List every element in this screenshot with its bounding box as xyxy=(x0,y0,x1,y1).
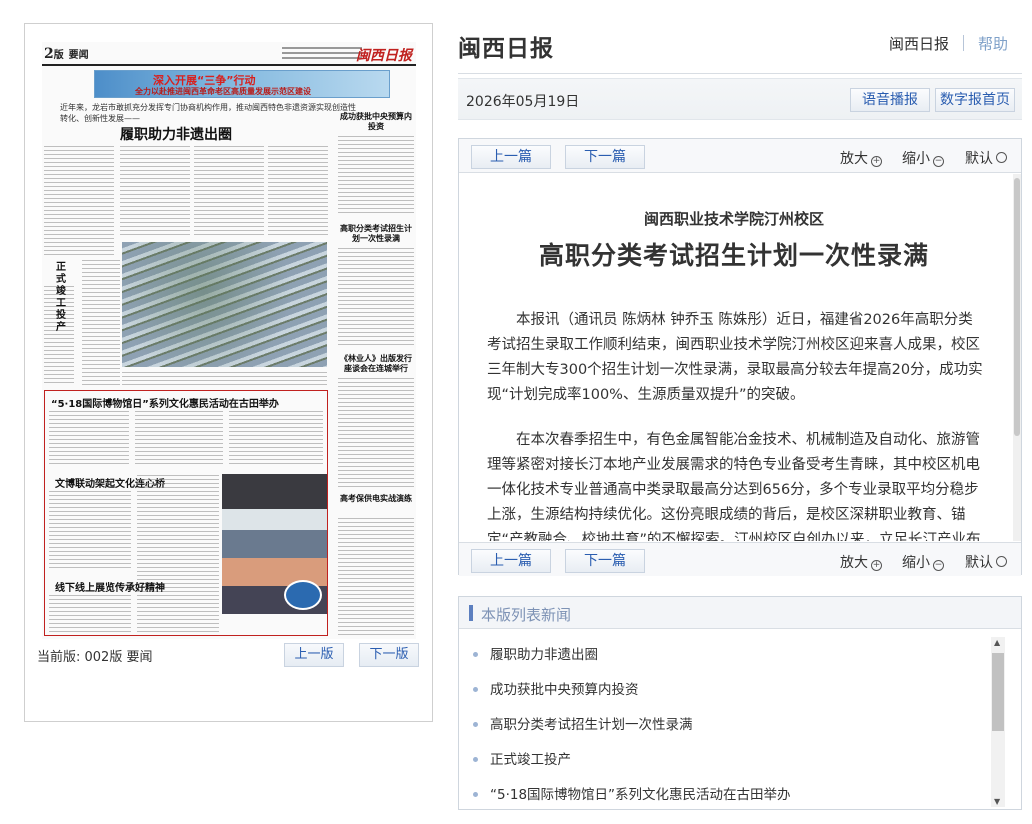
news-list-scrollbar[interactable]: ▲ ▼ xyxy=(991,637,1005,807)
zoom-out-button[interactable]: 缩小 − xyxy=(902,148,944,168)
article-paragraph: 本报讯（通讯员 陈炳林 钟乔玉 陈姝彤）近日，福建省2026年高职分类考试招生录… xyxy=(487,312,983,403)
help-link[interactable]: 帮助 xyxy=(978,35,1008,53)
circle-icon xyxy=(996,152,1007,163)
site-title: 闽西日报 xyxy=(458,36,554,62)
zoom-out-button[interactable]: 缩小 − xyxy=(902,552,944,572)
plus-icon: + xyxy=(871,560,882,571)
side-headline[interactable]: 成功获批中央预算内投资 xyxy=(338,112,414,132)
article-nav-top: 上一篇 下一篇 放大 + 缩小 − 默认 xyxy=(459,139,1021,173)
text-column xyxy=(194,146,264,238)
newspaper-page-image[interactable]: 2版 要闻 闽西日报 深入开展“三争”行动 全力以赴推进闽西革命老区高质量发展示… xyxy=(42,42,416,639)
text-column xyxy=(44,146,114,256)
photo-caption xyxy=(122,372,327,386)
divider xyxy=(458,73,1022,74)
museum-logo xyxy=(284,580,322,610)
next-article-button[interactable]: 下一篇 xyxy=(565,145,645,169)
side-headline[interactable]: 高考保供电实战演练 xyxy=(338,494,414,504)
text-column xyxy=(120,146,190,238)
text-column xyxy=(268,146,328,238)
issue-date: 2026年05月19日 xyxy=(466,94,580,110)
zoom-default-button[interactable]: 默认 xyxy=(965,552,1007,572)
circle-icon xyxy=(996,556,1007,567)
next-page-button[interactable]: 下一版 xyxy=(359,643,419,667)
plus-icon: + xyxy=(871,156,882,167)
list-item[interactable]: 成功获批中央预算内投资 xyxy=(473,678,639,702)
page-number: 2版 要闻 xyxy=(44,46,89,62)
date-bar: 2026年05月19日 语音播报 数字报首页 xyxy=(458,78,1022,120)
article-content[interactable]: 闽西职业技术学院汀州校区 高职分类考试招生计划一次性录满 本报讯（通讯员 陈炳林… xyxy=(459,174,1021,541)
top-links: 闽西日报 帮助 xyxy=(889,33,1008,54)
article-nav-bottom: 上一篇 下一篇 放大 + 缩小 − 默认 xyxy=(459,542,1021,576)
news-photo[interactable] xyxy=(122,242,327,367)
text-column xyxy=(338,518,414,636)
prev-article-button[interactable]: 上一篇 xyxy=(471,145,551,169)
bullet-icon xyxy=(473,652,478,657)
minus-icon: − xyxy=(933,156,944,167)
list-item[interactable]: 履职助力非遗出圈 xyxy=(473,643,598,667)
scroll-down-icon[interactable]: ▼ xyxy=(994,797,1000,806)
news-list-title: 本版列表新闻 xyxy=(481,606,572,624)
prev-article-button[interactable]: 上一篇 xyxy=(471,549,551,573)
news-list-panel: 本版列表新闻 履职助力非遗出圈 成功获批中央预算内投资 高职分类考试招生计划一次… xyxy=(458,596,1022,810)
zoom-in-button[interactable]: 放大 + xyxy=(840,552,882,572)
home-link[interactable]: 闽西日报 xyxy=(889,35,949,53)
text-column xyxy=(338,136,414,216)
bullet-icon xyxy=(473,792,478,797)
bullet-icon xyxy=(473,722,478,727)
article-subhead: 闽西职业技术学院汀州校区 xyxy=(643,210,824,228)
newspaper-page-panel: 2版 要闻 闽西日报 深入开展“三争”行动 全力以赴推进闽西革命老区高质量发展示… xyxy=(24,23,433,722)
text-column xyxy=(338,378,414,488)
list-item[interactable]: 高职分类考试招生计划一次性录满 xyxy=(473,713,693,737)
scroll-up-icon[interactable]: ▲ xyxy=(994,638,1000,647)
masthead-logo: 闽西日报 xyxy=(356,48,412,64)
news-list-header: 本版列表新闻 xyxy=(459,597,1021,629)
list-item[interactable]: “5·18国际博物馆日”系列文化惠民活动在古田举办 xyxy=(473,783,791,807)
voice-broadcast-button[interactable]: 语音播报 xyxy=(850,88,930,112)
lead-headline[interactable]: 履职助力非遗出圈 xyxy=(120,124,232,144)
article-panel: 上一篇 下一篇 放大 + 缩小 − 默认 闽西职业技术学院汀州校区 高职分类考试招生… xyxy=(458,138,1022,576)
text-column xyxy=(338,248,414,348)
zoom-default-button[interactable]: 默认 xyxy=(965,148,1007,168)
lead-intro: 近年来，龙岩市敢抓充分发挥专门协商机构作用，推动闽西特色非遗资源实现创造性转化、… xyxy=(60,103,356,123)
article-headline: 高职分类考试招生计划一次性录满 xyxy=(538,241,929,270)
article-paragraph: 在本次春季招生中，有色金属智能冶金技术、机械制造及自动化、旅游管理等紧密对接长汀… xyxy=(487,432,981,541)
digital-home-button[interactable]: 数字报首页 xyxy=(935,88,1015,112)
page-banner[interactable]: 深入开展“三争”行动 全力以赴推进闽西革命老区高质量发展示范区建设 xyxy=(94,70,390,98)
zoom-in-button[interactable]: 放大 + xyxy=(840,148,882,168)
bullet-icon xyxy=(473,757,478,762)
text-column xyxy=(82,260,120,386)
side-headline[interactable]: 《林业人》出版发行座谈会在连城举行 xyxy=(338,354,414,374)
prev-page-button[interactable]: 上一版 xyxy=(284,643,344,667)
bullet-icon xyxy=(473,687,478,692)
minus-icon: − xyxy=(933,560,944,571)
page-header: 2版 要闻 闽西日报 xyxy=(42,42,416,66)
current-page-label: 当前版: 002版 要闻 xyxy=(37,650,153,665)
article-scrollbar[interactable] xyxy=(1013,174,1021,541)
list-item[interactable]: 正式竣工投产 xyxy=(473,748,571,772)
page-meta xyxy=(282,47,362,62)
next-article-button[interactable]: 下一篇 xyxy=(565,549,645,573)
side-headline[interactable]: 高职分类考试招生计划一次性录满 xyxy=(338,224,414,244)
vertical-headline[interactable]: 正式竣工投产 xyxy=(56,262,70,334)
